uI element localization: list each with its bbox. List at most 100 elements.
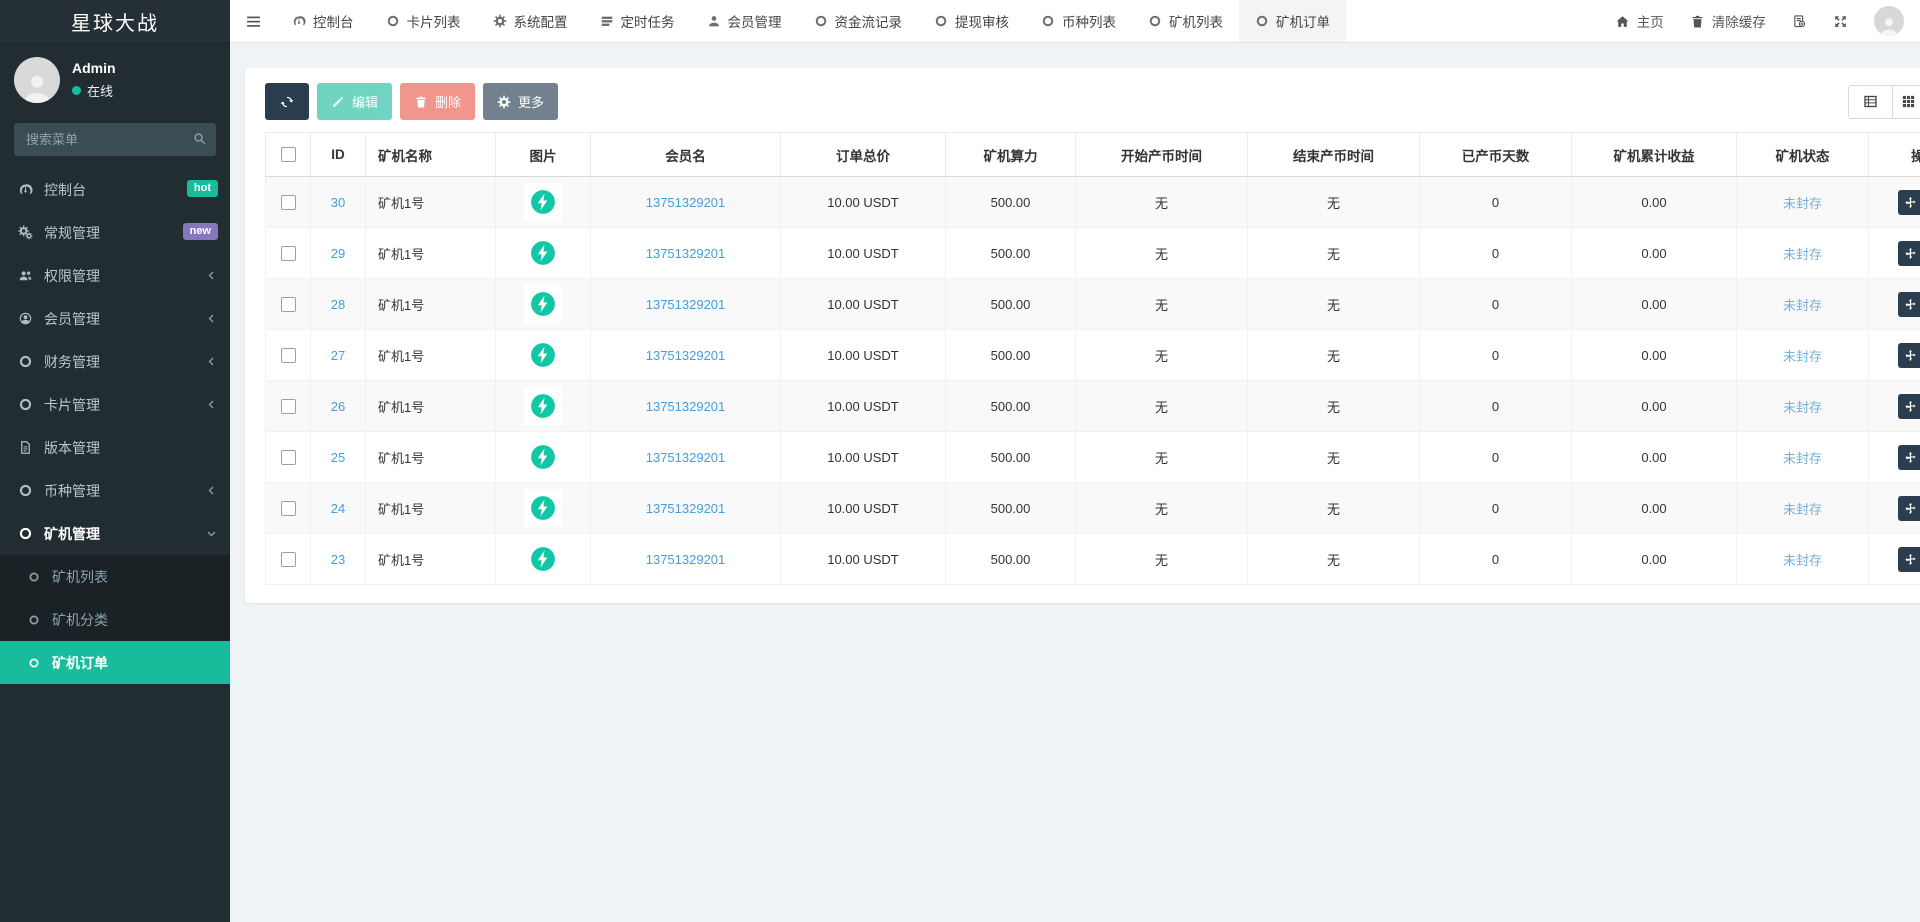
row-checkbox[interactable] [281, 246, 296, 261]
row-id-link[interactable]: 30 [331, 195, 345, 210]
column-header: 操作 [1869, 133, 1920, 177]
sidebar-subitem-2[interactable]: 矿机订单 [0, 641, 230, 684]
pencil-icon [331, 95, 345, 109]
status-link[interactable]: 未封存 [1783, 400, 1822, 415]
member-link[interactable]: 13751329201 [646, 246, 726, 261]
navbar-right: 主页 清除缓存 Admin [1615, 0, 1920, 42]
move-button[interactable] [1898, 547, 1920, 572]
tab-7[interactable]: 币种列表 [1025, 0, 1132, 42]
row-id-link[interactable]: 25 [331, 450, 345, 465]
row-checkbox[interactable] [281, 552, 296, 567]
docs-icon[interactable] [1792, 14, 1807, 29]
move-button[interactable] [1898, 394, 1920, 419]
more-button[interactable]: 更多 [483, 83, 558, 120]
move-button[interactable] [1898, 496, 1920, 521]
edit-button[interactable]: 编辑 [317, 83, 392, 120]
bolt-circle-icon[interactable] [524, 183, 562, 221]
tab-3[interactable]: 定时任务 [584, 0, 691, 42]
status-link[interactable]: 未封存 [1783, 349, 1822, 364]
sidebar-item-0[interactable]: 控制台 hot [0, 168, 230, 211]
table-view-button[interactable] [1848, 85, 1893, 119]
tab-0[interactable]: 控制台 [276, 0, 370, 42]
row-id-link[interactable]: 24 [331, 501, 345, 516]
bolt-circle-icon[interactable] [524, 540, 562, 578]
status-link[interactable]: 未封存 [1783, 298, 1822, 313]
navbar-avatar[interactable] [1874, 6, 1904, 36]
row-checkbox[interactable] [281, 501, 296, 516]
row-checkbox[interactable] [281, 450, 296, 465]
bolt-circle-icon[interactable] [524, 438, 562, 476]
sidebar-item-3[interactable]: 会员管理 [0, 297, 230, 340]
sidebar-item-4[interactable]: 财务管理 [0, 340, 230, 383]
delete-button[interactable]: 删除 [400, 83, 475, 120]
row-checkbox[interactable] [281, 297, 296, 312]
bolt-circle-icon[interactable] [524, 387, 562, 425]
order-total: 10.00 USDT [827, 450, 899, 465]
circle-icon [14, 526, 36, 541]
row-id-link[interactable]: 27 [331, 348, 345, 363]
fullscreen-icon[interactable] [1833, 14, 1848, 29]
move-button[interactable] [1898, 292, 1920, 317]
member-link[interactable]: 13751329201 [646, 552, 726, 567]
columns-toggle-button[interactable] [1892, 85, 1920, 119]
sidebar-item-5[interactable]: 卡片管理 [0, 383, 230, 426]
tab-2[interactable]: 系统配置 [477, 0, 584, 42]
tab-8[interactable]: 矿机列表 [1132, 0, 1239, 42]
sidebar-subitem-0[interactable]: 矿机列表 [0, 555, 230, 598]
select-all-checkbox[interactable] [281, 147, 296, 162]
row-id-link[interactable]: 28 [331, 297, 345, 312]
row-checkbox[interactable] [281, 348, 296, 363]
miner-power: 500.00 [991, 195, 1031, 210]
status-link[interactable]: 未封存 [1783, 451, 1822, 466]
status-link[interactable]: 未封存 [1783, 247, 1822, 262]
tab-1[interactable]: 卡片列表 [370, 0, 477, 42]
row-checkbox[interactable] [281, 195, 296, 210]
total-profit: 0.00 [1641, 297, 1666, 312]
status-link[interactable]: 未封存 [1783, 502, 1822, 517]
tab-5[interactable]: 资金流记录 [798, 0, 919, 42]
tab-9[interactable]: 矿机订单 [1239, 0, 1346, 42]
clear-cache-link[interactable]: 清除缓存 [1690, 11, 1766, 31]
tab-4[interactable]: 会员管理 [691, 0, 798, 42]
tab-6[interactable]: 提现审核 [918, 0, 1025, 42]
end-time: 无 [1327, 298, 1340, 313]
move-button[interactable] [1898, 343, 1920, 368]
home-link[interactable]: 主页 [1615, 11, 1664, 31]
search-icon[interactable] [192, 131, 207, 146]
chevron-left-icon [205, 269, 218, 282]
member-link[interactable]: 13751329201 [646, 348, 726, 363]
move-button[interactable] [1898, 241, 1920, 266]
row-id-link[interactable]: 23 [331, 552, 345, 567]
sidebar-item-1[interactable]: 常规管理 new [0, 211, 230, 254]
row-id-link[interactable]: 26 [331, 399, 345, 414]
status-link[interactable]: 未封存 [1783, 196, 1822, 211]
member-link[interactable]: 13751329201 [646, 297, 726, 312]
member-link[interactable]: 13751329201 [646, 195, 726, 210]
row-checkbox[interactable] [281, 399, 296, 414]
bolt-circle-icon[interactable] [524, 285, 562, 323]
move-button[interactable] [1898, 190, 1920, 215]
grid-icon [1901, 94, 1916, 109]
home-icon [1615, 14, 1630, 29]
sidebar-item-2[interactable]: 权限管理 [0, 254, 230, 297]
bolt-circle-icon[interactable] [524, 489, 562, 527]
bolt-circle-icon[interactable] [524, 336, 562, 374]
refresh-button[interactable] [265, 83, 309, 120]
table-row: 26 矿机1号 13751329201 10.00 USDT 500.00 无 … [266, 381, 1920, 432]
end-time: 无 [1327, 502, 1340, 517]
row-id-link[interactable]: 29 [331, 246, 345, 261]
hamburger-icon[interactable] [230, 0, 276, 42]
member-link[interactable]: 13751329201 [646, 501, 726, 516]
column-header: 矿机名称 [366, 133, 496, 177]
sidebar-item-7[interactable]: 币种管理 [0, 469, 230, 512]
member-link[interactable]: 13751329201 [646, 450, 726, 465]
sidebar-item-8[interactable]: 矿机管理 [0, 512, 230, 555]
sidebar-item-6[interactable]: 版本管理 [0, 426, 230, 469]
move-button[interactable] [1898, 445, 1920, 470]
bolt-circle-icon[interactable] [524, 234, 562, 272]
sidebar-subitem-1[interactable]: 矿机分类 [0, 598, 230, 641]
column-header: 矿机算力 [946, 133, 1076, 177]
status-link[interactable]: 未封存 [1783, 553, 1822, 568]
search-input[interactable] [14, 123, 216, 156]
member-link[interactable]: 13751329201 [646, 399, 726, 414]
